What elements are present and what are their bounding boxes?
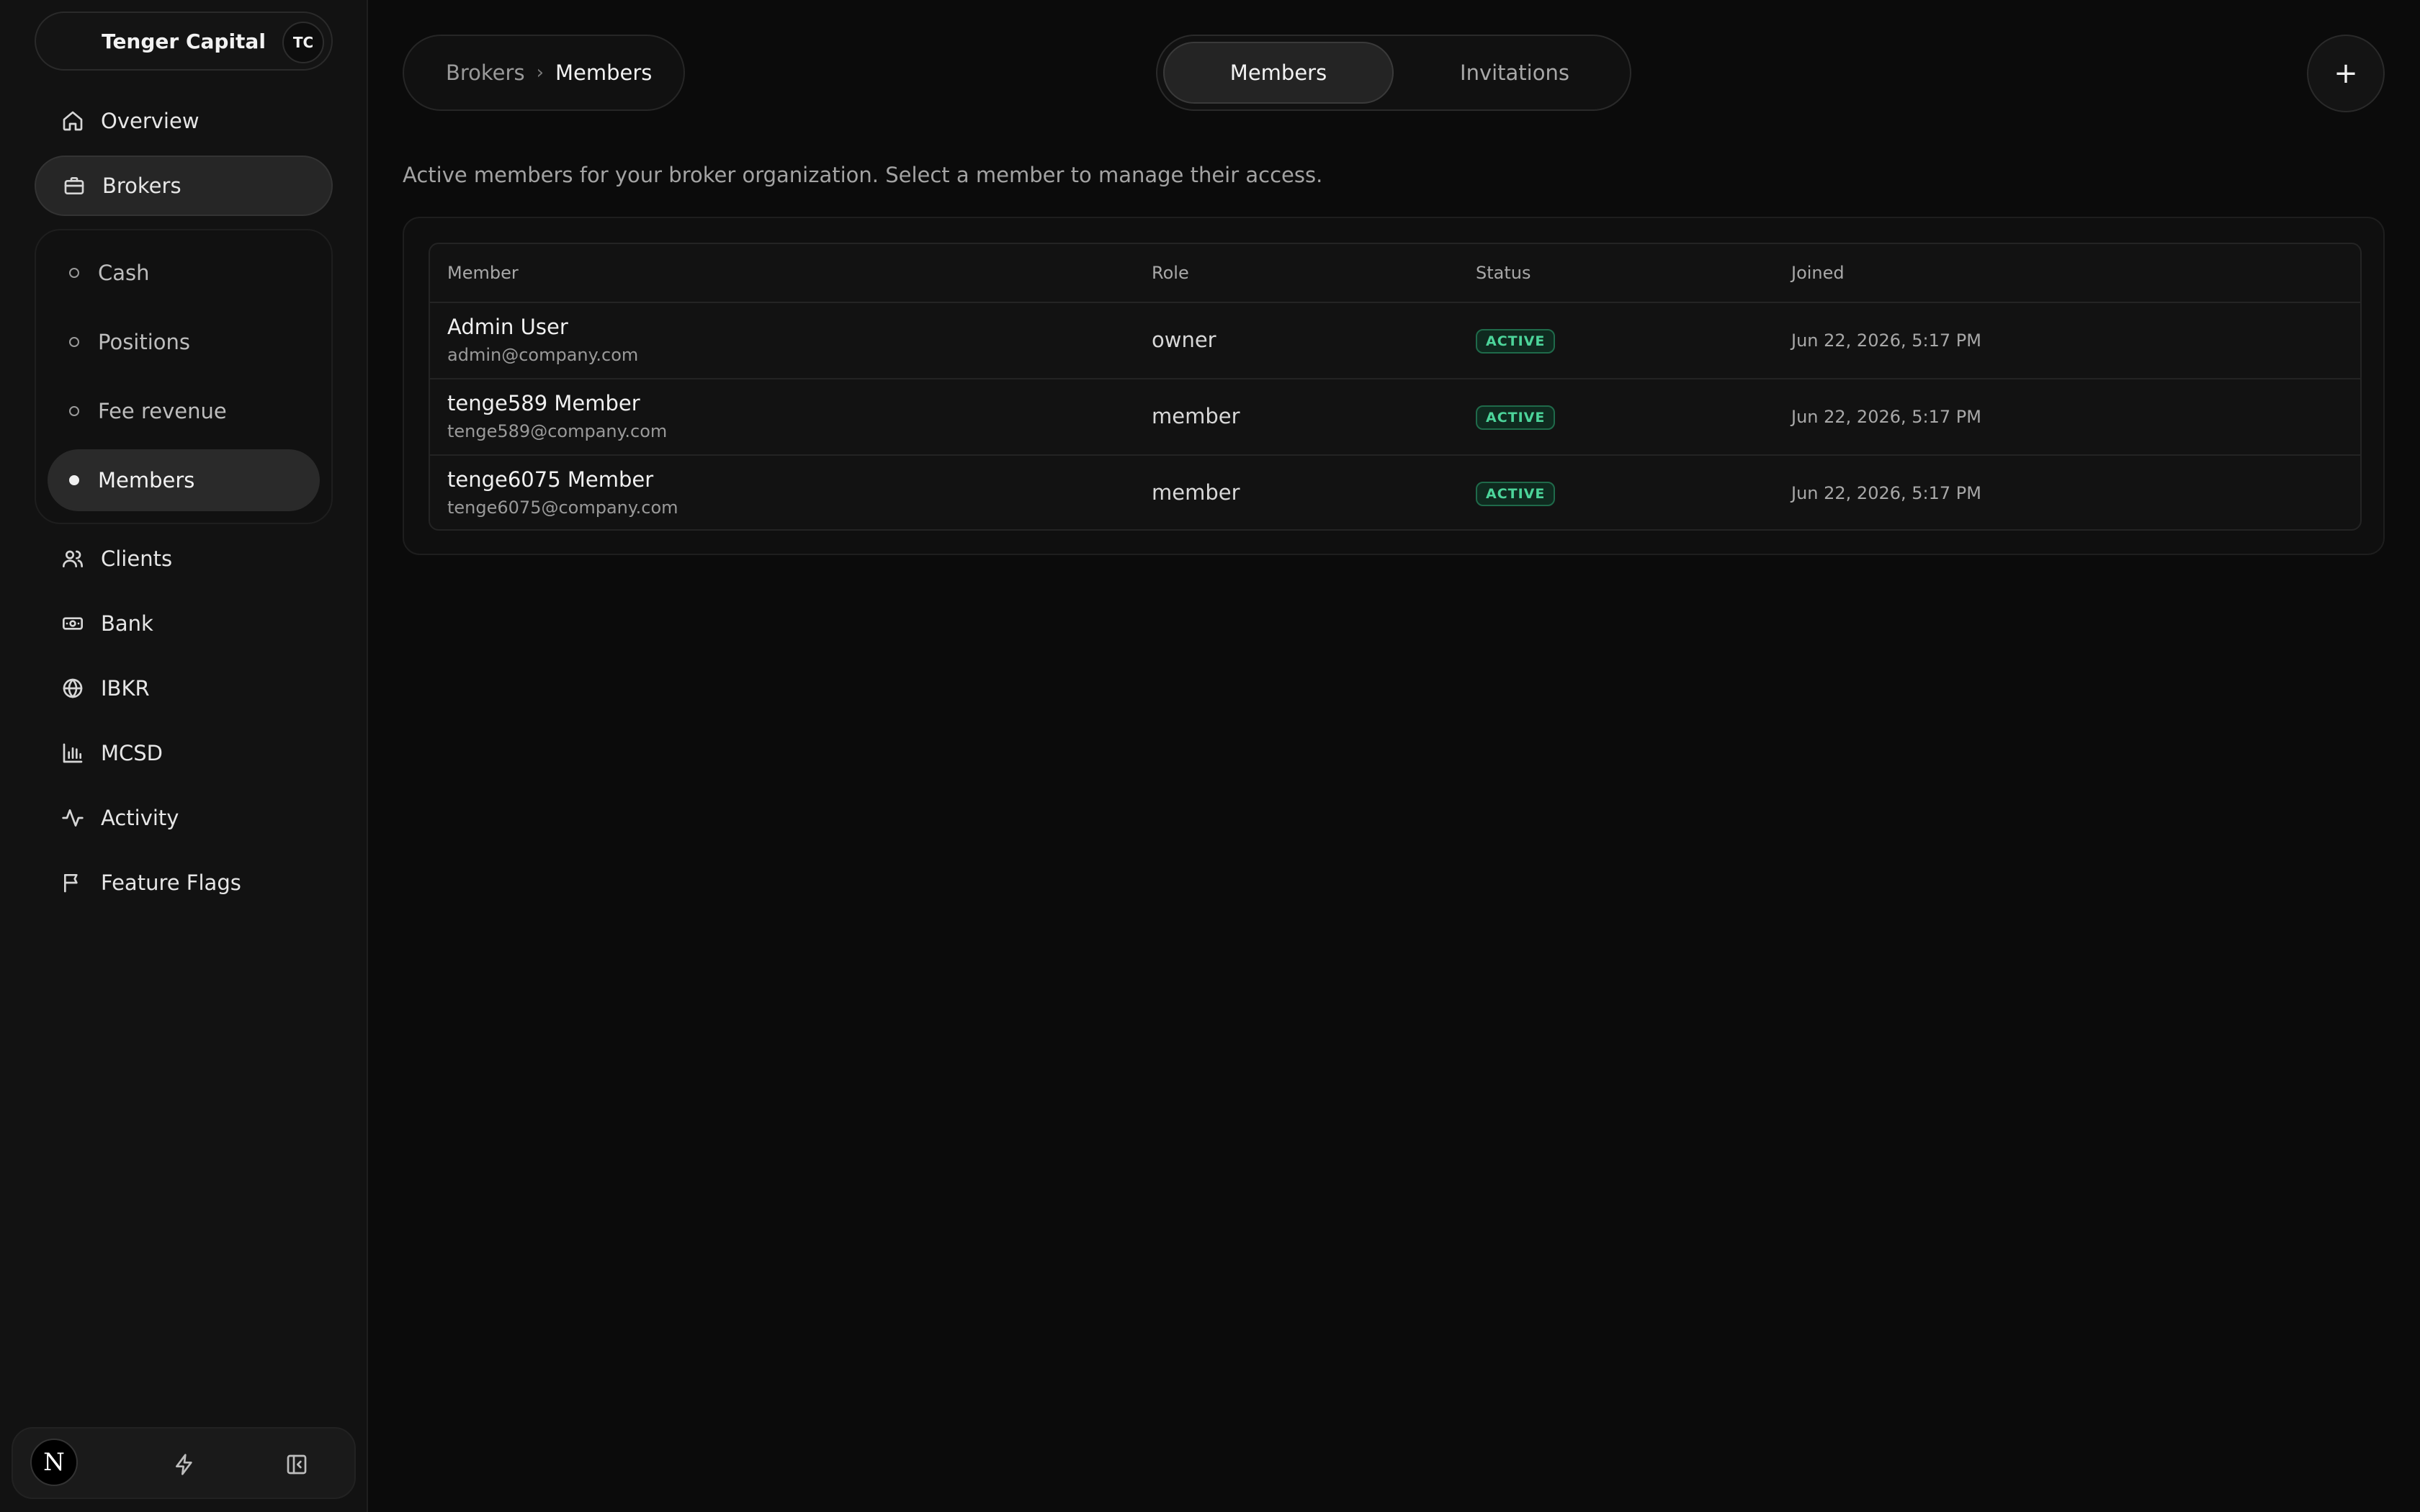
member-email: tenge6075@company.com xyxy=(447,498,678,518)
sidebar: Tenger Capital TC Overview Brokers Cash xyxy=(0,0,368,1512)
status-badge: ACTIVE xyxy=(1476,405,1556,430)
nextjs-logo-icon[interactable]: N xyxy=(30,1439,78,1486)
member-name: tenge6075 Member xyxy=(447,467,654,492)
sidebar-item-label: IBKR xyxy=(101,676,150,701)
members-table-card: Member Role Status Joined Admin User adm… xyxy=(403,217,2385,555)
banknote-icon xyxy=(60,611,85,636)
column-header-role: Role xyxy=(1152,263,1189,283)
subnav-item-label: Fee revenue xyxy=(98,399,227,423)
members-table: Member Role Status Joined Admin User adm… xyxy=(429,243,2362,531)
collapse-sidebar-icon[interactable] xyxy=(282,1450,311,1479)
sidebar-item-label: Bank xyxy=(101,611,153,636)
status-badge: ACTIVE xyxy=(1476,329,1556,354)
subnav-item-label: Cash xyxy=(98,261,150,285)
breadcrumb-parent[interactable]: Brokers xyxy=(446,60,525,85)
subnav-item-positions[interactable]: Positions xyxy=(48,311,320,373)
home-icon xyxy=(60,109,85,133)
status-badge: ACTIVE xyxy=(1476,482,1556,506)
subnav-item-label: Members xyxy=(98,468,195,492)
sidebar-item-label: MCSD xyxy=(101,741,163,765)
activity-icon xyxy=(60,806,85,830)
bullet-icon xyxy=(69,337,79,347)
sidebar-item-label: Clients xyxy=(101,546,173,571)
app-root: Tenger Capital TC Overview Brokers Cash xyxy=(0,0,2420,1512)
member-joined: Jun 22, 2026, 5:17 PM xyxy=(1791,330,1981,351)
briefcase-icon xyxy=(62,174,86,198)
subnav-item-fee-revenue[interactable]: Fee revenue xyxy=(48,380,320,442)
breadcrumb-current: Members xyxy=(555,60,653,85)
org-avatar: TC xyxy=(282,22,324,63)
member-name: Admin User xyxy=(447,315,568,339)
table-row[interactable]: Admin User admin@company.com owner ACTIV… xyxy=(430,303,2360,379)
tab-members[interactable]: Members xyxy=(1163,42,1394,104)
member-email: tenge589@company.com xyxy=(447,421,668,441)
bar-chart-icon xyxy=(60,741,85,765)
bullet-icon xyxy=(69,268,79,278)
sidebar-item-label: Activity xyxy=(101,806,179,830)
member-joined: Jun 22, 2026, 5:17 PM xyxy=(1791,407,1981,427)
member-role: member xyxy=(1152,404,1240,428)
page-description: Active members for your broker organizat… xyxy=(403,163,1323,187)
sidebar-item-feature-flags[interactable]: Feature Flags xyxy=(35,852,333,913)
sidebar-item-brokers[interactable]: Brokers xyxy=(35,156,333,216)
sidebar-item-clients[interactable]: Clients xyxy=(35,528,333,589)
subnav-item-label: Positions xyxy=(98,330,191,354)
breadcrumb: Brokers › Members xyxy=(403,35,685,111)
table-row[interactable]: tenge589 Member tenge589@company.com mem… xyxy=(430,379,2360,456)
sidebar-item-ibkr[interactable]: IBKR xyxy=(35,658,333,719)
column-header-joined: Joined xyxy=(1791,263,1845,283)
sidebar-item-bank[interactable]: Bank xyxy=(35,593,333,654)
bullet-icon xyxy=(69,406,79,416)
subnav-item-members[interactable]: Members xyxy=(48,449,320,511)
member-joined: Jun 22, 2026, 5:17 PM xyxy=(1791,483,1981,503)
member-role: member xyxy=(1152,480,1240,505)
org-switcher[interactable]: Tenger Capital TC xyxy=(35,12,333,71)
sidebar-item-mcsd[interactable]: MCSD xyxy=(35,723,333,783)
member-email: admin@company.com xyxy=(447,345,639,365)
add-member-button[interactable]: + xyxy=(2307,35,2385,112)
org-name: Tenger Capital xyxy=(102,29,266,53)
flag-icon xyxy=(60,870,85,895)
bullet-icon xyxy=(69,475,79,485)
subnav-item-cash[interactable]: Cash xyxy=(48,242,320,304)
chevron-right-icon: › xyxy=(536,62,544,84)
brokers-subnav: Cash Positions Fee revenue Members xyxy=(35,229,333,524)
column-header-member: Member xyxy=(447,263,519,283)
table-row[interactable]: tenge6075 Member tenge6075@company.com m… xyxy=(430,456,2360,529)
lightning-icon[interactable] xyxy=(170,1450,199,1479)
sidebar-item-label: Overview xyxy=(101,109,200,133)
users-icon xyxy=(60,546,85,571)
sidebar-footer: N xyxy=(12,1427,356,1499)
sidebar-item-activity[interactable]: Activity xyxy=(35,788,333,848)
member-name: tenge589 Member xyxy=(447,391,640,415)
member-role: owner xyxy=(1152,328,1216,352)
column-header-status: Status xyxy=(1476,263,1531,283)
sidebar-item-label: Brokers xyxy=(102,174,182,198)
tab-invitations[interactable]: Invitations xyxy=(1399,42,1630,104)
sidebar-item-overview[interactable]: Overview xyxy=(35,91,333,151)
globe-icon xyxy=(60,676,85,701)
table-header: Member Role Status Joined xyxy=(430,244,2360,303)
tab-bar: Members Invitations xyxy=(1156,35,1631,111)
sidebar-item-label: Feature Flags xyxy=(101,870,241,895)
